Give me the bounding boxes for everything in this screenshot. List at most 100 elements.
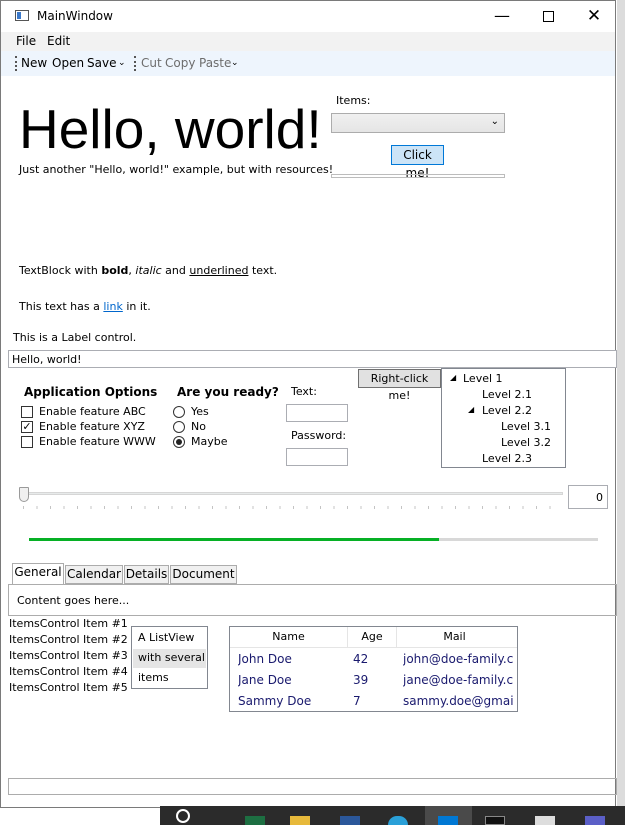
progress-fill <box>29 538 439 541</box>
tab-content-text: Content goes here... <box>17 594 130 607</box>
edge-icon[interactable] <box>388 816 408 825</box>
terminal-icon[interactable] <box>485 816 505 825</box>
paste-button[interactable]: Paste <box>199 56 231 70</box>
excel-icon[interactable] <box>245 816 265 825</box>
checkbox-label: Enable feature WWW <box>39 435 156 448</box>
tree-item-level2-3[interactable]: Level 2.3 <box>482 452 532 465</box>
list-item[interactable]: items <box>138 671 169 684</box>
list-item[interactable]: A ListView <box>138 631 194 644</box>
items-control-item: ItemsControl Item #2 <box>9 633 128 646</box>
cell-age[interactable]: 39 <box>353 673 368 687</box>
slider-value-box[interactable]: 0 <box>568 485 608 509</box>
ready-title: Are you ready? <box>177 385 279 399</box>
minimize-button[interactable]: — <box>479 1 525 31</box>
radio-label: Yes <box>191 405 209 418</box>
tree-item-level1[interactable]: Level 1 <box>463 372 503 385</box>
outlook-icon[interactable] <box>438 816 458 825</box>
menu-edit[interactable]: Edit <box>47 34 70 48</box>
column-header-name[interactable]: Name <box>230 627 348 647</box>
textblock-text: text. <box>248 264 278 277</box>
items-combobox[interactable]: ⌄ <box>331 113 505 133</box>
window-icon <box>15 10 29 21</box>
text-input[interactable] <box>286 404 348 422</box>
link-textblock: This text has a link in it. <box>19 300 151 313</box>
notepad-icon[interactable] <box>535 816 555 825</box>
window-title: MainWindow <box>37 9 113 23</box>
copy-button[interactable]: Copy <box>165 56 195 70</box>
link-line-text: in it. <box>122 300 151 313</box>
items-control-item: ItemsControl Item #5 <box>9 681 128 694</box>
menu-bar: File Edit <box>1 32 615 51</box>
cut-button[interactable]: Cut <box>141 56 162 70</box>
column-header-age[interactable]: Age <box>348 627 397 647</box>
right-click-button[interactable]: Right-click me! <box>358 369 441 402</box>
toolbar-grip[interactable] <box>15 56 19 71</box>
cell-age[interactable]: 7 <box>353 694 361 708</box>
textblock-text: TextBlock with <box>19 264 102 277</box>
tab-details[interactable]: Details <box>124 565 169 584</box>
radio-no[interactable] <box>173 421 185 433</box>
hyperlink[interactable]: link <box>103 300 122 313</box>
main-window: MainWindow — ✕ File Edit New Open Save ⌄… <box>0 0 617 808</box>
column-header-mail[interactable]: Mail <box>397 627 512 647</box>
password-label: Password: <box>291 429 347 442</box>
tab-document[interactable]: Document <box>170 565 237 584</box>
link-line-text: This text has a <box>19 300 104 313</box>
search-icon[interactable] <box>176 809 190 823</box>
toolbar-overflow-icon[interactable]: ⌄ <box>118 58 126 68</box>
maximize-button[interactable] <box>525 1 571 31</box>
tree-item-level3-2[interactable]: Level 3.2 <box>501 436 551 449</box>
desktop-background <box>617 0 625 806</box>
radio-maybe[interactable] <box>173 436 185 448</box>
checkbox-abc[interactable] <box>21 406 33 418</box>
word-icon[interactable] <box>340 816 360 825</box>
main-textbox[interactable]: Hello, world! <box>8 350 617 368</box>
teams-icon[interactable] <box>585 816 605 825</box>
options-title: Application Options <box>24 385 158 399</box>
save-button[interactable]: Save <box>87 56 116 70</box>
close-button[interactable]: ✕ <box>571 1 617 31</box>
radio-yes[interactable] <box>173 406 185 418</box>
cell-name[interactable]: Jane Doe <box>238 673 292 687</box>
tab-calendar[interactable]: Calendar <box>65 565 123 584</box>
checkbox-xyz[interactable]: ✓ <box>21 421 33 433</box>
items-control-item: ItemsControl Item #1 <box>9 617 128 630</box>
progress-bar <box>29 538 598 541</box>
checkbox-label: Enable feature ABC <box>39 405 146 418</box>
new-button[interactable]: New <box>21 56 47 70</box>
toolbar-overflow-icon-2[interactable]: ⌄ <box>231 58 239 68</box>
tree-item-level2-2[interactable]: Level 2.2 <box>482 404 532 417</box>
click-me-button[interactable]: Click me! <box>391 145 444 180</box>
list-box: A ListView with several items <box>131 626 208 689</box>
slider-thumb[interactable] <box>19 487 29 502</box>
tree-view: ◢ Level 1 Level 2.1 ◢ Level 2.2 Level 3.… <box>441 368 566 468</box>
textblock-text: and <box>161 264 190 277</box>
cell-mail[interactable]: john@doe-family.cc <box>403 652 513 666</box>
slider-track[interactable] <box>19 492 563 495</box>
label-control: This is a Label control. <box>13 331 137 344</box>
tree-item-level3-1[interactable]: Level 3.1 <box>501 420 551 433</box>
cell-name[interactable]: Sammy Doe <box>238 694 311 708</box>
list-view-header: Name Age Mail <box>230 627 517 648</box>
textblock-underlined: underlined <box>189 264 249 277</box>
checkbox-www[interactable] <box>21 436 33 448</box>
menu-file[interactable]: File <box>16 34 36 48</box>
cell-mail[interactable]: jane@doe-family.cc <box>403 673 513 687</box>
toolbar-grip-2[interactable] <box>134 56 138 71</box>
chevron-down-icon: ⌄ <box>490 116 499 127</box>
items-control-item: ItemsControl Item #3 <box>9 649 128 662</box>
expanded-arrow-icon[interactable]: ◢ <box>450 373 456 382</box>
cell-age[interactable]: 42 <box>353 652 368 666</box>
list-item[interactable]: with several <box>138 651 205 664</box>
title-bar[interactable]: MainWindow — ✕ <box>1 1 615 31</box>
file-explorer-icon[interactable] <box>290 816 310 825</box>
password-input[interactable] <box>286 448 348 466</box>
tree-item-level2-1[interactable]: Level 2.1 <box>482 388 532 401</box>
cell-name[interactable]: John Doe <box>238 652 292 666</box>
tab-content-panel: Content goes here... <box>8 584 617 616</box>
open-button[interactable]: Open <box>52 56 84 70</box>
expanded-arrow-icon[interactable]: ◢ <box>468 405 474 414</box>
tab-general[interactable]: General <box>12 563 64 584</box>
slider-ticks <box>23 506 563 509</box>
cell-mail[interactable]: sammy.doe@gmail. <box>403 694 513 708</box>
